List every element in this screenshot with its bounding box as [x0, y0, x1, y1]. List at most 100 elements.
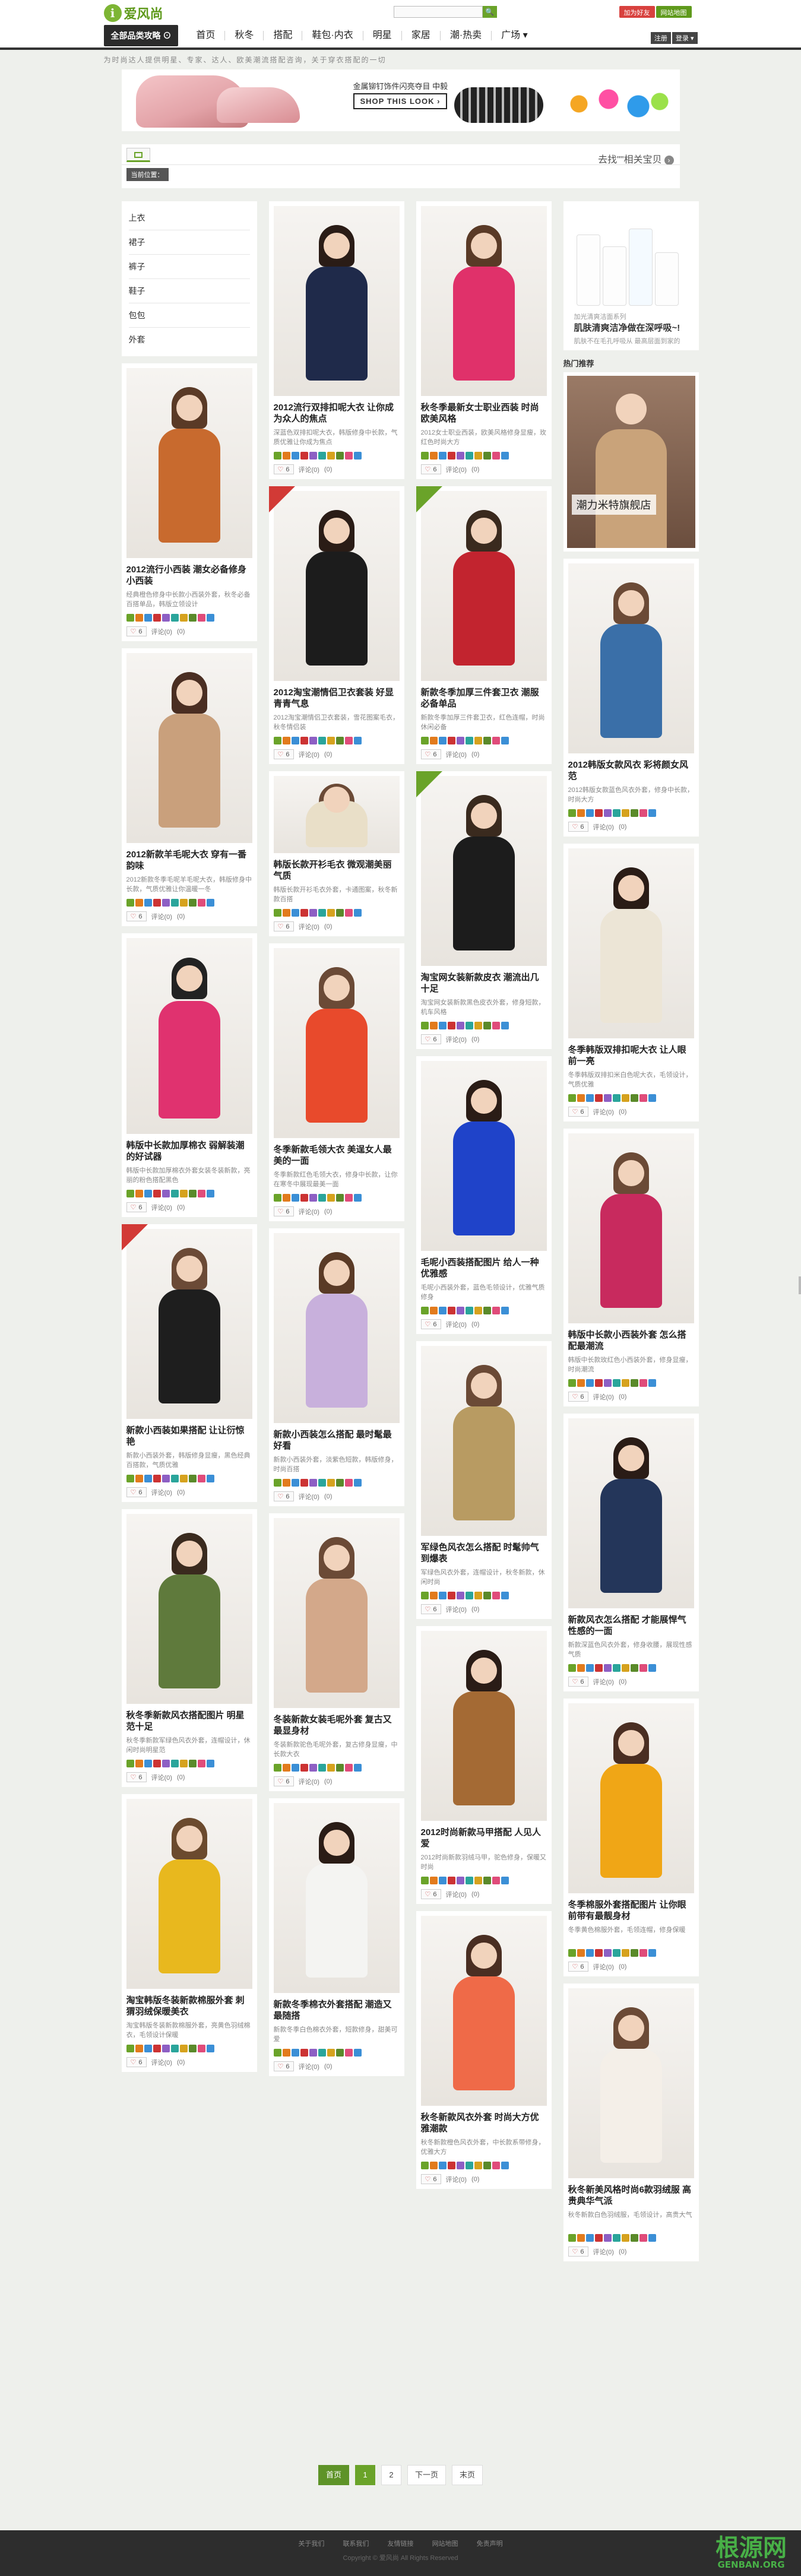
product-title[interactable]: 新款小西装怎么搭配 最时髦最好看 — [274, 1429, 400, 1452]
share-site-icon[interactable] — [170, 2045, 179, 2052]
share-site-icon[interactable] — [162, 2045, 170, 2052]
comment-link[interactable]: 评论(0) — [446, 1035, 467, 1044]
share-site-icon[interactable] — [585, 1664, 594, 1672]
share-site-icon[interactable] — [309, 737, 317, 744]
product-card[interactable]: 秋冬新美风格时尚6款羽绒服 高贵典华气派 秋冬新款白色羽绒服，毛领设计，高贵大气 ♡… — [563, 1984, 699, 2261]
like-button[interactable]: ♡ 6 — [126, 1772, 147, 1782]
product-card[interactable]: 淘宝网女装新款皮衣 潮流出几十足 淘宝网女装新款黑色皮衣外套，修身短款，机车风格 ♡… — [416, 771, 552, 1049]
product-title[interactable]: 韩版中长款小西装外套 怎么搭配最潮流 — [568, 1329, 694, 1352]
share-site-icon[interactable] — [309, 452, 317, 460]
like-button[interactable]: ♡ 6 — [420, 464, 441, 474]
share-site-icon[interactable] — [335, 737, 344, 744]
share-site-icon[interactable] — [483, 1307, 491, 1314]
share-site-icon[interactable] — [327, 452, 335, 460]
product-title[interactable]: 韩版中长款加厚棉衣 弱解装潮的好试器 — [126, 1140, 252, 1162]
product-title[interactable]: 军绿色风衣怎么搭配 时髦帅气到爆表 — [421, 1542, 547, 1564]
share-site-icon[interactable] — [206, 1190, 214, 1197]
share-site-icon[interactable] — [456, 452, 464, 460]
share-site-icon[interactable] — [483, 452, 491, 460]
share-site-icon[interactable] — [335, 2049, 344, 2057]
like-button[interactable]: ♡ 6 — [273, 1776, 294, 1786]
share-site-icon[interactable] — [353, 909, 362, 917]
share-site-icon[interactable] — [447, 737, 455, 744]
share-site-icon[interactable] — [300, 1764, 308, 1772]
product-image[interactable] — [126, 938, 252, 1134]
share-site-icon[interactable] — [309, 2049, 317, 2057]
nav-item-home-living[interactable]: 家居 — [402, 31, 441, 40]
category-dropdown[interactable]: 全部品类攻略 ⊙ — [103, 25, 179, 46]
product-image[interactable] — [126, 1514, 252, 1704]
nav-item-plaza[interactable]: 广场 ▾ — [492, 31, 537, 40]
share-site-icon[interactable] — [639, 1949, 647, 1957]
page-2-button[interactable]: 2 — [381, 2465, 401, 2485]
share-site-icon[interactable] — [291, 737, 299, 744]
share-site-icon[interactable] — [465, 1592, 473, 1599]
register-link[interactable]: 注册 — [650, 32, 671, 44]
like-button[interactable]: ♡ 6 — [273, 749, 294, 759]
share-site-icon[interactable] — [282, 452, 290, 460]
share-site-icon[interactable] — [282, 2049, 290, 2057]
product-card[interactable]: 军绿色风衣怎么搭配 时髦帅气到爆表 军绿色风衣外套，连帽设计，秋冬新款，休闲时尚 ♡… — [416, 1341, 552, 1619]
product-title[interactable]: 秋冬新款风衣外套 时尚大方优雅潮款 — [421, 2112, 547, 2134]
share-site-icon[interactable] — [153, 899, 161, 907]
share-site-icon[interactable] — [612, 1094, 620, 1102]
share-site-icon[interactable] — [447, 452, 455, 460]
product-card[interactable]: 新款小西装怎么搭配 最时髦最好看 新款小西装外套，淡紫色短款，韩版修身，时尚百搭 ♡… — [268, 1228, 404, 1506]
like-button[interactable]: ♡ 6 — [273, 1491, 294, 1501]
footer-link-disclaimer[interactable]: 免责声明 — [477, 2540, 503, 2548]
share-site-icon[interactable] — [447, 1022, 455, 1029]
share-site-icon[interactable] — [144, 614, 152, 622]
share-site-icon[interactable] — [639, 1664, 647, 1672]
share-site-icon[interactable] — [318, 737, 326, 744]
share-site-icon[interactable] — [135, 1760, 143, 1767]
share-site-icon[interactable] — [170, 1760, 179, 1767]
share-site-icon[interactable] — [197, 614, 205, 622]
find-more-link[interactable]: 去找""相关宝贝 › — [598, 151, 674, 166]
product-image[interactable] — [420, 491, 547, 681]
share-site-icon[interactable] — [144, 1190, 152, 1197]
share-site-icon[interactable] — [327, 1764, 335, 1772]
comment-link[interactable]: 评论(0) — [446, 1320, 467, 1329]
comment-link[interactable]: 评论(0) — [151, 1203, 172, 1212]
share-site-icon[interactable] — [474, 737, 482, 744]
share-site-icon[interactable] — [126, 1760, 134, 1767]
share-site-icon[interactable] — [568, 2234, 576, 2242]
share-site-icon[interactable] — [273, 2049, 281, 2057]
ad-banner[interactable]: 金属铆钉饰件闪亮夺目 中毅 SHOP THIS LOOK › — [121, 69, 680, 131]
product-card[interactable]: 新款小西装如果搭配 让让衍惊艳 新款小西装外套，韩版修身显瘦，黑色经典百搭款，气质… — [121, 1224, 257, 1502]
product-title[interactable]: 秋冬季新款风衣搭配图片 明星范十足 — [126, 1710, 252, 1732]
share-site-icon[interactable] — [501, 452, 509, 460]
share-site-icon[interactable] — [438, 737, 447, 744]
share-site-icon[interactable] — [170, 1475, 179, 1482]
like-button[interactable]: ♡ 6 — [568, 1677, 588, 1687]
product-image[interactable] — [420, 206, 547, 396]
share-site-icon[interactable] — [621, 2234, 629, 2242]
share-site-icon[interactable] — [318, 909, 326, 917]
nav-item-home[interactable]: 首页 — [186, 31, 226, 40]
comment-link[interactable]: 评论(0) — [446, 750, 467, 759]
product-title[interactable]: 淘宝网女装新款皮衣 潮流出几十足 — [421, 972, 547, 994]
share-site-icon[interactable] — [501, 737, 509, 744]
share-site-icon[interactable] — [465, 1877, 473, 1884]
share-site-icon[interactable] — [144, 1760, 152, 1767]
share-site-icon[interactable] — [474, 452, 482, 460]
share-site-icon[interactable] — [197, 1475, 205, 1482]
share-site-icon[interactable] — [197, 1190, 205, 1197]
share-site-icon[interactable] — [474, 1307, 482, 1314]
share-site-icon[interactable] — [630, 1949, 638, 1957]
product-card[interactable]: 2012流行小西装 潮女必备修身小西装 经典橙色修身中长款小西装外套，秋冬必备百搭… — [121, 363, 257, 641]
share-site-icon[interactable] — [474, 1592, 482, 1599]
share-site-icon[interactable] — [594, 1949, 603, 1957]
share-site-icon[interactable] — [585, 809, 594, 817]
like-button[interactable]: ♡ 6 — [273, 1206, 294, 1216]
product-image[interactable] — [420, 1631, 547, 1821]
share-site-icon[interactable] — [492, 1022, 500, 1029]
share-site-icon[interactable] — [327, 909, 335, 917]
share-site-icon[interactable] — [273, 1194, 281, 1202]
comment-link[interactable]: 评论(0) — [151, 1488, 172, 1497]
share-site-icon[interactable] — [179, 614, 188, 622]
category-skirts[interactable]: 裙子 — [128, 230, 250, 255]
share-site-icon[interactable] — [429, 1022, 438, 1029]
product-image[interactable] — [273, 776, 400, 853]
share-site-icon[interactable] — [603, 809, 612, 817]
